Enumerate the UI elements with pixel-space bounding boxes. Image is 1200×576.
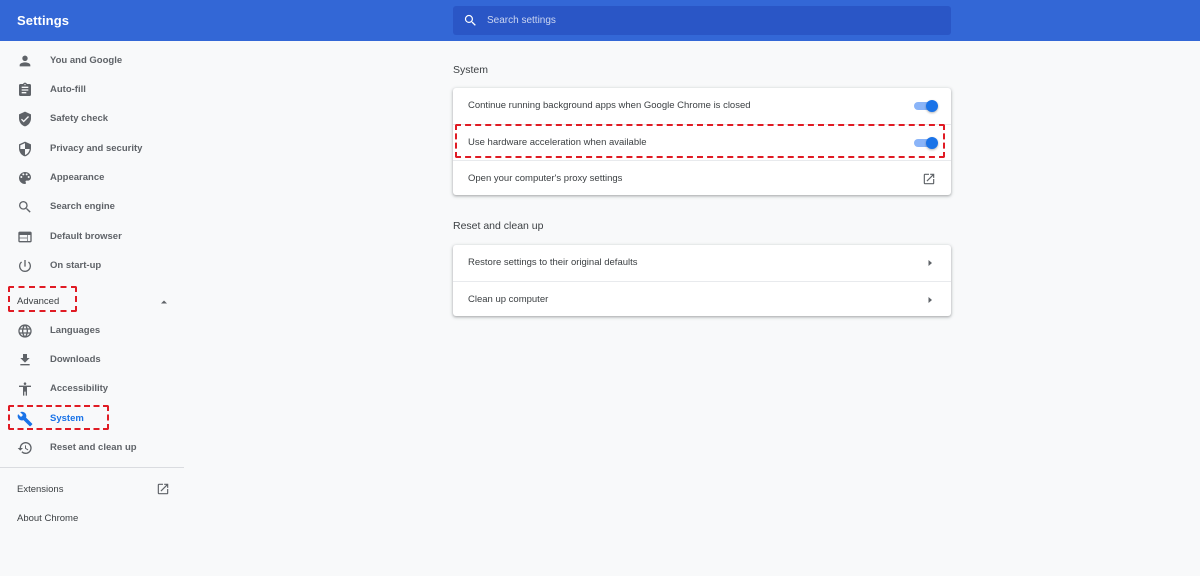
sidebar-item-default-browser[interactable]: Default browser	[0, 222, 184, 251]
wrench-icon	[17, 411, 33, 426]
toggle-knob	[926, 137, 938, 149]
sidebar-item-system[interactable]: System	[0, 404, 184, 433]
search-icon	[464, 14, 476, 26]
arrow-right-icon	[928, 260, 932, 266]
clipboard-icon	[19, 82, 31, 96]
system-card: Continue running background apps when Go…	[453, 88, 951, 195]
restore-defaults-row[interactable]: Restore settings to their original defau…	[453, 245, 951, 281]
sidebar-item-on-startup[interactable]: On start-up	[0, 251, 184, 280]
extensions-label: Extensions	[17, 484, 64, 495]
sidebar-item-appearance[interactable]: Appearance	[0, 163, 184, 192]
person-icon	[19, 55, 31, 66]
sidebar: You and Google Auto-fill Safety check Pr…	[0, 41, 184, 576]
sidebar-item-label: Privacy and security	[50, 143, 143, 154]
sidebar-item-label: System	[50, 413, 84, 424]
search-box[interactable]	[453, 6, 951, 35]
toolbar: Settings	[0, 0, 1200, 41]
power-icon	[19, 259, 31, 272]
about-label: About Chrome	[17, 513, 79, 524]
row-label: Open your computer's proxy settings	[468, 173, 623, 184]
sidebar-item-extensions[interactable]: Extensions	[0, 475, 184, 503]
sidebar-item-label: You and Google	[50, 55, 123, 66]
sidebar-item-languages[interactable]: Languages	[0, 316, 184, 345]
sidebar-item-label: Languages	[50, 325, 101, 336]
browser-icon	[18, 231, 32, 242]
sidebar-item-autofill[interactable]: Auto-fill	[0, 75, 184, 104]
toggle-knob	[926, 100, 938, 112]
sidebar-item-downloads[interactable]: Downloads	[0, 345, 184, 374]
accessibility-icon	[19, 381, 31, 396]
clean-up-computer-row[interactable]: Clean up computer	[453, 281, 951, 316]
caret-up-icon	[161, 300, 167, 304]
arrow-right-icon	[928, 297, 932, 303]
search-icon	[19, 200, 31, 213]
sidebar-item-label: Default browser	[50, 231, 122, 242]
sidebar-item-about[interactable]: About Chrome	[0, 504, 184, 532]
row-label: Clean up computer	[468, 294, 549, 305]
search-input[interactable]	[487, 6, 937, 35]
reset-card: Restore settings to their original defau…	[453, 245, 951, 316]
sidebar-item-label: Auto-fill	[50, 84, 86, 95]
download-icon	[20, 353, 30, 365]
sidebar-item-safety-check[interactable]: Safety check	[0, 104, 184, 133]
sidebar-item-label: Downloads	[50, 354, 101, 365]
sidebar-item-accessibility[interactable]: Accessibility	[0, 374, 184, 403]
sidebar-item-you-and-google[interactable]: You and Google	[0, 46, 184, 75]
sidebar-item-label: Appearance	[50, 172, 105, 183]
shield-icon	[19, 141, 31, 156]
row-label: Continue running background apps when Go…	[468, 100, 751, 111]
hardware-acceleration-row[interactable]: Use hardware acceleration when available	[453, 124, 951, 160]
sidebar-item-search-engine[interactable]: Search engine	[0, 192, 184, 221]
sidebar-item-reset[interactable]: Reset and clean up	[0, 433, 184, 462]
row-label: Restore settings to their original defau…	[468, 257, 638, 268]
page-title: Settings	[17, 13, 70, 28]
advanced-label: Advanced	[17, 296, 60, 307]
sidebar-item-label: Safety check	[50, 113, 109, 124]
palette-icon	[19, 171, 31, 184]
background-apps-row[interactable]: Continue running background apps when Go…	[453, 88, 951, 124]
hardware-acceleration-toggle[interactable]	[913, 137, 938, 149]
open-external-icon	[923, 173, 935, 185]
sidebar-item-privacy[interactable]: Privacy and security	[0, 134, 184, 163]
row-label: Use hardware acceleration when available	[468, 137, 647, 148]
background-apps-toggle[interactable]	[913, 100, 938, 112]
globe-icon	[18, 323, 32, 338]
history-icon	[17, 441, 32, 454]
system-section-title: System	[453, 64, 489, 76]
proxy-settings-row[interactable]: Open your computer's proxy settings	[453, 160, 951, 195]
open-external-icon	[157, 483, 169, 495]
sidebar-item-label: Search engine	[50, 201, 115, 212]
shield-check-icon	[19, 111, 31, 126]
sidebar-item-label: Accessibility	[50, 383, 109, 394]
reset-section-title: Reset and clean up	[453, 220, 544, 232]
sidebar-item-label: On start-up	[50, 260, 102, 271]
sidebar-divider	[0, 467, 184, 468]
sidebar-item-label: Reset and clean up	[50, 442, 137, 453]
advanced-section-toggle[interactable]: Advanced	[0, 286, 184, 316]
